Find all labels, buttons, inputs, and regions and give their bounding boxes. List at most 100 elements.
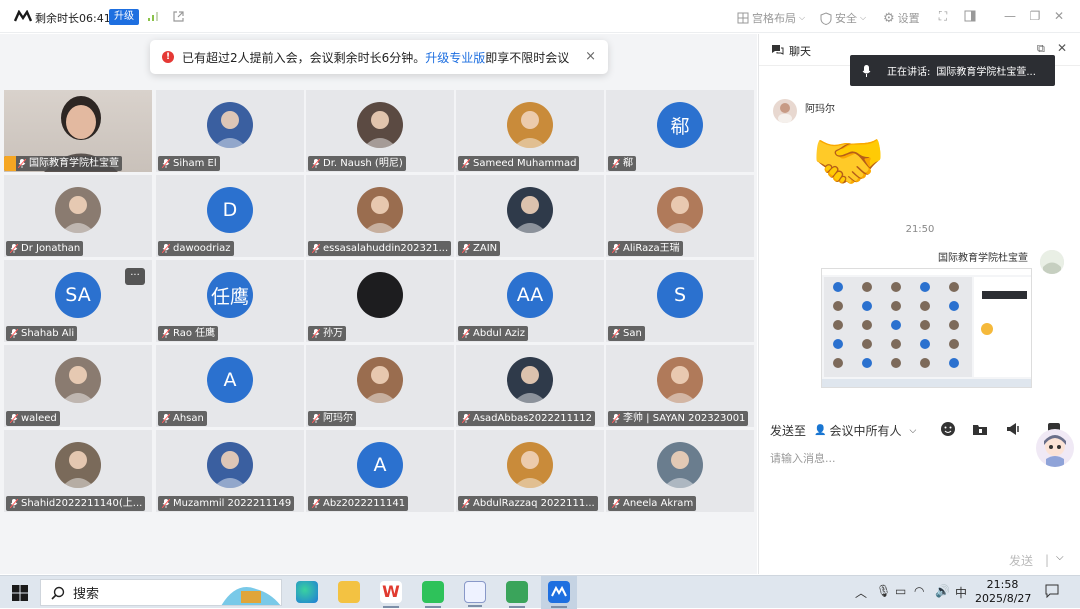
thumbnail-dot bbox=[949, 282, 959, 292]
avatar bbox=[357, 102, 403, 148]
system-clock[interactable]: 21:58 2025/8/27 bbox=[975, 578, 1031, 606]
battery-icon[interactable]: ▭ bbox=[895, 584, 906, 598]
sidebar-toggle-icon[interactable] bbox=[962, 8, 978, 24]
edge-icon[interactable] bbox=[296, 581, 318, 603]
participant-tile[interactable]: 阿玛尔 bbox=[306, 345, 454, 427]
handshake-emoji: 🤝 bbox=[811, 127, 886, 197]
avatar bbox=[55, 357, 101, 403]
mic-muted-icon bbox=[462, 499, 470, 508]
participant-name-text: AsadAbbas2022211112 bbox=[473, 413, 593, 424]
thumbnail-dot bbox=[949, 320, 959, 330]
participant-name: AliRaza王瑞 bbox=[608, 241, 683, 256]
security-menu[interactable]: 安全 ⌵ bbox=[820, 10, 866, 26]
toast-close-icon[interactable]: × bbox=[585, 49, 596, 64]
screenshot-thumbnail[interactable] bbox=[821, 268, 1032, 388]
mic-muted-icon bbox=[162, 414, 170, 423]
taskbar-search[interactable]: 搜索 bbox=[40, 579, 282, 606]
participant-tile[interactable]: Muzammil 2022211149 bbox=[156, 430, 304, 512]
chevron-up-icon[interactable]: ︿ bbox=[855, 584, 867, 601]
participant-tile[interactable]: A Abz2022211141 bbox=[306, 430, 454, 512]
assistant-avatar[interactable] bbox=[1036, 429, 1074, 467]
thumbnail-dot bbox=[891, 301, 901, 311]
participant-tile[interactable]: Aneela Akram bbox=[606, 430, 754, 512]
participant-name: Shahid2022211140(上... bbox=[6, 496, 146, 511]
participant-tile[interactable]: essasalahuddin202321... bbox=[306, 175, 454, 257]
minimize-icon[interactable]: — bbox=[1002, 8, 1018, 24]
send-to-selector[interactable]: 发送至 👤 会议中所有人 ⌵ bbox=[770, 422, 916, 439]
participant-tile[interactable]: 郗郗 bbox=[606, 90, 754, 172]
participant-name: Aneela Akram bbox=[608, 496, 697, 511]
popout-icon[interactable]: ⧉ bbox=[1037, 42, 1045, 56]
screen-app-icon[interactable] bbox=[506, 581, 528, 608]
participant-name-text: Abz2022211141 bbox=[323, 498, 406, 509]
file-explorer-icon[interactable] bbox=[338, 581, 360, 603]
alert-icon: ! bbox=[162, 51, 174, 63]
wifi-icon[interactable]: ◠ bbox=[914, 584, 924, 598]
participant-tile[interactable]: 孙万 bbox=[306, 260, 454, 342]
fullscreen-icon[interactable]: ⛶ bbox=[935, 8, 951, 24]
participant-tile[interactable]: 任鹰 Rao 任鹰 bbox=[156, 260, 304, 342]
windows-start-icon[interactable] bbox=[12, 585, 28, 601]
participant-tile[interactable]: Ddawoodriaz bbox=[156, 175, 304, 257]
ime-indicator[interactable]: 中 bbox=[955, 584, 967, 601]
emoji-icon[interactable] bbox=[940, 421, 956, 437]
send-button[interactable]: 发送 bbox=[1009, 552, 1033, 569]
avatar bbox=[507, 102, 553, 148]
participant-tile[interactable]: 李帅 | SAYAN 202323001 bbox=[606, 345, 754, 427]
participant-tile[interactable]: AA Abdul Aziz bbox=[456, 260, 604, 342]
participant-tile[interactable]: Shahid2022211140(上... bbox=[4, 430, 152, 512]
chat-close-icon[interactable]: ✕ bbox=[1057, 41, 1067, 55]
participant-tile[interactable]: Dr. Naush (明尼) bbox=[306, 90, 454, 172]
thumbnail-dot bbox=[920, 339, 930, 349]
chevron-down-icon[interactable]: ⌵ bbox=[1056, 552, 1064, 563]
title-bar: 剩余时长06:41 升级 宫格布局 ⌵ 安全 ⌵ ⚙ 设置 ⛶ — ❐ ✕ bbox=[0, 0, 1080, 33]
settings-button[interactable]: ⚙ 设置 bbox=[883, 10, 920, 26]
mic-tray-icon[interactable]: 🎙 bbox=[876, 584, 891, 598]
upgrade-button[interactable]: 升级 bbox=[109, 9, 139, 25]
chevron-down-icon: ⌵ bbox=[909, 425, 917, 436]
upgrade-pro-link[interactable]: 升级专业版 bbox=[425, 49, 485, 66]
participant-name: San bbox=[608, 326, 645, 341]
participant-tile[interactable]: AbdulRazzaq 2022111... bbox=[456, 430, 604, 512]
participant-tile[interactable]: 国际教育学院杜宝萱 bbox=[4, 90, 152, 172]
folder-icon[interactable] bbox=[972, 421, 988, 437]
participant-tile[interactable]: Dr Jonathan bbox=[4, 175, 152, 257]
chevron-down-icon: ⌵ bbox=[799, 13, 806, 22]
notification-icon[interactable] bbox=[1045, 584, 1059, 598]
chat-icon bbox=[772, 45, 784, 55]
announce-icon[interactable] bbox=[1005, 421, 1021, 437]
layout-menu[interactable]: 宫格布局 ⌵ bbox=[737, 10, 805, 26]
remaining-time: 剩余时长06:41 bbox=[35, 12, 111, 25]
participant-tile[interactable]: Siham El bbox=[156, 90, 304, 172]
signal-icon bbox=[148, 12, 158, 21]
participant-tile[interactable]: A Ahsan bbox=[156, 345, 304, 427]
people-icon: 👤 bbox=[814, 425, 827, 436]
wechat-icon[interactable] bbox=[422, 581, 444, 608]
participant-tile[interactable]: AsadAbbas2022211112 bbox=[456, 345, 604, 427]
participant-name-text: Dr Jonathan bbox=[21, 243, 81, 254]
avatar bbox=[657, 187, 703, 233]
participant-tile[interactable]: AliRaza王瑞 bbox=[606, 175, 754, 257]
participant-tile[interactable]: Sameed Muhammad bbox=[456, 90, 604, 172]
avatar bbox=[55, 442, 101, 488]
mic-muted-icon bbox=[10, 414, 18, 423]
participant-tile[interactable]: S San bbox=[606, 260, 754, 342]
participant-tile[interactable]: waleed bbox=[4, 345, 152, 427]
close-icon[interactable]: ✕ bbox=[1051, 8, 1067, 24]
wps-icon[interactable]: W bbox=[380, 581, 402, 608]
meeting-app-icon[interactable] bbox=[548, 581, 570, 608]
avatar-app-icon[interactable] bbox=[464, 581, 486, 607]
volume-icon[interactable]: 🔊 bbox=[935, 584, 950, 598]
shield-icon bbox=[820, 11, 832, 25]
avatar: A bbox=[357, 442, 403, 488]
thumbnail-dot bbox=[833, 339, 843, 349]
avatar bbox=[657, 442, 703, 488]
chat-input[interactable]: 请输入消息... bbox=[770, 450, 836, 466]
self-avatar bbox=[1040, 250, 1064, 274]
participant-name-text: AbdulRazzaq 2022111... bbox=[473, 498, 595, 509]
external-share-icon[interactable] bbox=[172, 10, 185, 23]
tile-more-button[interactable]: ··· bbox=[125, 268, 145, 285]
restore-icon[interactable]: ❐ bbox=[1027, 8, 1043, 24]
participant-tile[interactable]: ZAIN bbox=[456, 175, 604, 257]
participant-name-text: Abdul Aziz bbox=[473, 328, 525, 339]
